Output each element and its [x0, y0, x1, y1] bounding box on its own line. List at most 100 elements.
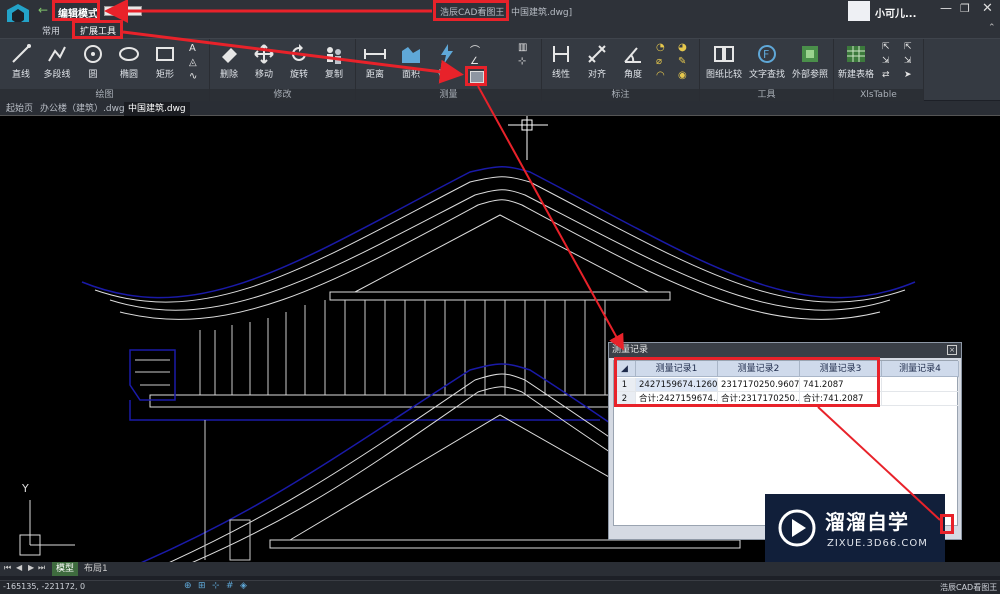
cell-r2-c4[interactable]	[882, 392, 959, 406]
angle-dim-button[interactable]: 角度	[616, 43, 650, 85]
table-import-icon[interactable]: ⇱	[882, 42, 896, 54]
area-icon	[402, 47, 420, 63]
measure-arc-icon[interactable]: ⌒	[470, 42, 484, 57]
rotate-label: 旋转	[289, 70, 308, 80]
new-table-label: 新建表格	[837, 70, 874, 80]
annotate-group-label: 标注	[542, 89, 699, 101]
panel-title: 测量记录	[609, 343, 961, 358]
nav-prev-icon[interactable]: ◀	[16, 563, 22, 572]
xref-label: 外部参照	[791, 70, 828, 80]
move-label: 移动	[254, 70, 273, 80]
spline-icon[interactable]: ∿	[189, 71, 197, 82]
drawing-compare-button[interactable]: 图纸比较	[704, 43, 744, 85]
coordinate-readout: -165135, -221172, 0	[3, 582, 86, 591]
tools-group-label: 工具	[700, 89, 833, 101]
doc-tab-start[interactable]: 起始页	[2, 102, 37, 116]
back-arrow-icon[interactable]: ←	[38, 3, 48, 17]
table-link-icon[interactable]: ⇄	[882, 70, 896, 82]
lower-eave-board	[269, 539, 741, 549]
distance-button[interactable]: 距离	[358, 43, 392, 85]
ellipse-icon	[119, 47, 139, 61]
close-icon[interactable]: ✕	[982, 1, 993, 16]
user-name[interactable]: 小可儿...	[875, 5, 916, 20]
xlstable-group: 新建表格 ⇱ ⇲ ⇄ ⇱ ⇲ ➤ XlsTable	[834, 39, 924, 101]
rotate-icon	[292, 44, 306, 61]
minimize-icon[interactable]: —	[940, 1, 952, 15]
polyline-icon	[48, 46, 66, 62]
doc-title: 中国建筑.dwg]	[511, 8, 573, 18]
dim-arc-icon[interactable]: ◠	[656, 70, 670, 82]
circle-label: 圆	[88, 70, 98, 80]
dim-style-icon[interactable]: ◉	[678, 70, 692, 82]
table-edit-icon[interactable]: ⇱	[904, 42, 918, 54]
dim-leader-icon[interactable]: ◕	[678, 42, 692, 54]
compare-icon	[714, 46, 734, 62]
measure-coord-icon[interactable]: ⊹	[518, 56, 532, 68]
line-button[interactable]: 直线	[4, 43, 38, 85]
ortho-icon[interactable]: ⊹	[212, 581, 220, 591]
xref-button[interactable]: 外部参照	[790, 43, 830, 85]
nav-first-icon[interactable]: ⏮	[4, 563, 11, 573]
angle-dim-label: 角度	[623, 70, 642, 80]
upper-eave-board	[329, 291, 671, 301]
text-tool-icon[interactable]: A	[189, 43, 196, 54]
dim-diameter-icon[interactable]: ⌀	[656, 56, 670, 68]
measure-ruler-icon[interactable]: ▥	[518, 42, 532, 54]
maximize-icon[interactable]: ❐	[960, 2, 970, 15]
tab-home[interactable]: 常用	[42, 24, 60, 37]
nav-next-icon[interactable]: ▶	[28, 563, 34, 572]
zoom-icon[interactable]: ⊕	[184, 581, 192, 591]
pin-icon[interactable]: ⌃	[988, 23, 996, 33]
table-update-icon[interactable]: ⇲	[904, 56, 918, 68]
aligned-dim-icon	[588, 45, 606, 63]
watermark-brand: 溜溜自学	[825, 510, 909, 534]
watermark-play-icon	[778, 509, 816, 547]
avatar[interactable]	[848, 1, 870, 21]
modify-group: 删除 移动 旋转 复制 修改	[210, 39, 356, 101]
copy-button[interactable]: 复制	[317, 43, 351, 85]
circle-button[interactable]: 圆	[76, 43, 110, 85]
table-export-icon[interactable]: ⇲	[882, 56, 896, 68]
drawing-compare-label: 图纸比较	[705, 70, 742, 80]
table-cursor-icon[interactable]: ➤	[904, 70, 918, 82]
rectangle-button[interactable]: 矩形	[148, 43, 182, 85]
cad-viewer-window: ← 编辑模式 浩辰CAD看图王 中国建筑.dwg] 小可儿... — ❐ ✕ 常…	[0, 0, 1000, 594]
delete-button[interactable]: 删除	[212, 43, 246, 85]
doc-tab-chinese-building[interactable]: 中国建筑.dwg	[124, 102, 190, 116]
linear-dim-button[interactable]: 线性	[544, 43, 578, 85]
column-header-4[interactable]: 测量记录4	[882, 361, 959, 377]
snap-icon[interactable]: ⊞	[198, 581, 206, 591]
ribbon: 直线 多段线 圆 椭圆 矩形 A ◬ ∿ 绘图 删除 移动 旋转 复制 修改 距…	[0, 38, 1000, 101]
layout-tab-1[interactable]: 布局1	[80, 562, 112, 576]
layout-tab-model[interactable]: 模型	[52, 562, 79, 576]
area-button[interactable]: 面积	[394, 43, 428, 85]
distance-label: 距离	[365, 70, 384, 80]
ellipse-button[interactable]: 椭圆	[112, 43, 146, 85]
aligned-dim-label: 对齐	[587, 70, 606, 80]
dim-radius-icon[interactable]: ◔	[656, 42, 670, 54]
edit-mode-toggle[interactable]	[104, 6, 142, 16]
draw-group: 直线 多段线 圆 椭圆 矩形 A ◬ ∿ 绘图	[0, 39, 210, 101]
dim-edit-icon[interactable]: ✎	[678, 56, 692, 68]
highlight-panel-corner	[940, 514, 954, 534]
quick-measure-button[interactable]: 快速	[430, 43, 464, 85]
new-table-button[interactable]: 新建表格	[836, 43, 876, 85]
osnap-icon[interactable]: ◈	[240, 581, 247, 591]
rotate-button[interactable]: 旋转	[282, 43, 316, 85]
grid-icon[interactable]: #	[226, 581, 234, 591]
watermark-url: ZIXUE.3D66.COM	[827, 538, 928, 549]
quick-measure-label: 快速	[437, 70, 456, 80]
polyline-button[interactable]: 多段线	[40, 43, 74, 85]
text-find-button[interactable]: F 文字查找	[747, 43, 787, 85]
upper-gable-triangle	[354, 214, 649, 293]
move-button[interactable]: 移动	[247, 43, 281, 85]
aligned-dim-button[interactable]: 对齐	[580, 43, 614, 85]
nav-last-icon[interactable]: ⏭	[38, 563, 45, 573]
hatch-icon[interactable]: ◬	[189, 57, 197, 68]
ucs-axis-icon	[19, 500, 75, 556]
highlight-records-table	[614, 357, 880, 407]
doc-tab-office[interactable]: 办公楼（建筑）.dwg	[36, 102, 129, 116]
cell-r1-c4[interactable]	[882, 378, 959, 392]
upper-columns	[199, 300, 606, 395]
panel-close-icon[interactable]: ×	[947, 345, 957, 355]
